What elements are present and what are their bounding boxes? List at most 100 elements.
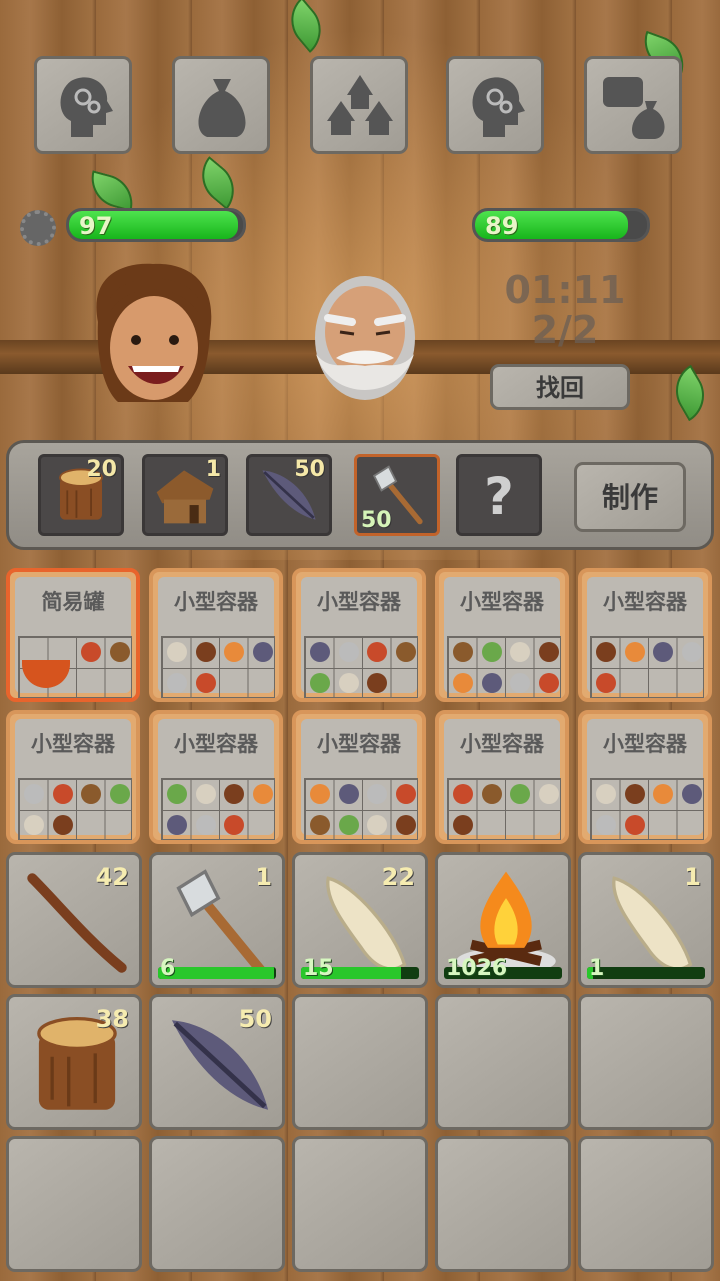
container-item-icon: [167, 673, 187, 693]
inventory-slot-empty[interactable]: [435, 1136, 571, 1272]
item-count: 1: [684, 863, 701, 891]
craft-slot-log[interactable]: 20: [38, 454, 124, 536]
container-item-icon: [310, 642, 330, 662]
settings-gear-icon[interactable]: [20, 210, 56, 246]
skills-button[interactable]: [34, 56, 132, 154]
container-card[interactable]: 小型容器: [149, 710, 283, 844]
container-item-icon: [395, 815, 416, 835]
craft-slot-count: 1: [205, 457, 221, 482]
container-item-icon: [252, 642, 273, 662]
inventory-slot-empty[interactable]: [578, 994, 714, 1130]
container-item-icon: [224, 815, 244, 835]
container-title: 简易罐: [41, 590, 105, 614]
container-item-icon: [481, 784, 502, 804]
container-item-icon: [624, 784, 645, 804]
trade-button[interactable]: [584, 56, 682, 154]
inventory-slot-empty[interactable]: [292, 1136, 428, 1272]
timer-text: 01:11: [504, 268, 626, 312]
fist-sack-icon: [603, 77, 665, 139]
container-card[interactable]: 小型容器: [435, 568, 569, 702]
container-item-icon: [510, 784, 530, 804]
item-count: 22: [381, 863, 415, 891]
durability-value: 1026: [446, 956, 508, 981]
sack-icon: [198, 79, 246, 137]
container-item-icon: [52, 784, 73, 804]
container-card[interactable]: 简易罐: [6, 568, 140, 702]
container-item-icon: [338, 673, 359, 693]
container-card[interactable]: 小型容器: [6, 710, 140, 844]
inventory-slot-tusk[interactable]: 11: [578, 852, 714, 988]
container-card[interactable]: 小型容器: [578, 568, 712, 702]
container-item-icon: [195, 673, 216, 693]
container-title: 小型容器: [174, 732, 258, 756]
inventory-slot-log[interactable]: 38: [6, 994, 142, 1130]
container-item-icon: [395, 642, 416, 662]
container-item-icon: [367, 815, 387, 835]
item-count: 38: [95, 1005, 129, 1033]
container-item-icon: [510, 673, 530, 693]
container-item-icon: [338, 642, 359, 662]
village-button[interactable]: [310, 56, 408, 154]
container-card[interactable]: 小型容器: [292, 710, 426, 844]
container-item-icon: [367, 784, 387, 804]
container-title: 小型容器: [603, 732, 687, 756]
container-card[interactable]: 小型容器: [292, 568, 426, 702]
elder-avatar: [315, 276, 415, 400]
inventory-slot-empty[interactable]: [292, 994, 428, 1130]
container-item-icon: [367, 642, 387, 662]
container-title: 小型容器: [603, 590, 687, 614]
container-item-icon: [596, 673, 616, 693]
container-item-icon: [596, 642, 616, 662]
inventory-slot-axe[interactable]: 16: [149, 852, 285, 988]
research-button[interactable]: [446, 56, 544, 154]
craft-slot-axe[interactable]: 50: [354, 454, 440, 536]
item-count: 42: [95, 863, 129, 891]
inventory-slot-campfire[interactable]: 1026: [435, 852, 571, 988]
container-card[interactable]: 小型容器: [435, 710, 569, 844]
container-item-icon: [338, 815, 359, 835]
head-gears-icon: [472, 77, 525, 137]
container-item-icon: [195, 784, 216, 804]
craft-slot-hut[interactable]: 1: [142, 454, 228, 536]
player2-health-value: 89: [485, 212, 519, 240]
container-item-icon: [224, 642, 244, 662]
caveman-avatar: [96, 263, 212, 402]
container-title: 小型容器: [174, 590, 258, 614]
inventory-slot-stick[interactable]: 42: [6, 852, 142, 988]
container-title: 小型容器: [460, 590, 544, 614]
bag-button[interactable]: [172, 56, 270, 154]
inventory-slot-empty[interactable]: [578, 1136, 714, 1272]
player2-health-bar: 89: [472, 208, 650, 242]
container-item-icon: [453, 784, 473, 804]
craft-slot-question[interactable]: ?: [456, 454, 542, 536]
container-item-icon: [167, 815, 187, 835]
inventory-slot-tusk[interactable]: 22 15: [292, 852, 428, 988]
craft-slot-count: 20: [86, 457, 117, 482]
container-item-icon: [24, 784, 44, 804]
container-item-icon: [453, 815, 473, 835]
craft-slot-count: 50: [361, 508, 392, 533]
inventory-slot-empty[interactable]: [435, 994, 571, 1130]
round-counter: 2/2: [531, 308, 599, 352]
durability-value: 6: [160, 956, 176, 981]
craft-slot-count: 50: [294, 457, 325, 482]
find-button[interactable]: 找回: [490, 364, 630, 410]
container-card[interactable]: 小型容器: [149, 568, 283, 702]
inventory-slot-empty[interactable]: [149, 1136, 285, 1272]
container-item-icon: [310, 784, 330, 804]
container-card[interactable]: 小型容器: [578, 710, 712, 844]
container-item-icon: [224, 784, 244, 804]
inventory-slot-feather[interactable]: 50: [149, 994, 285, 1130]
item-count: 50: [238, 1005, 272, 1033]
container-item-icon: [453, 673, 473, 693]
make-button[interactable]: 制作: [574, 462, 686, 532]
container-item-icon: [653, 642, 673, 662]
craft-slot-feather[interactable]: 50: [246, 454, 332, 536]
inventory-slot-empty[interactable]: [6, 1136, 142, 1272]
game-timer: 01:11 2/2: [500, 270, 630, 350]
durability-bar: [158, 967, 276, 979]
container-item-icon: [24, 815, 44, 835]
container-item-icon: [596, 784, 616, 804]
container-item-icon: [81, 784, 101, 804]
container-item-icon: [453, 642, 473, 662]
